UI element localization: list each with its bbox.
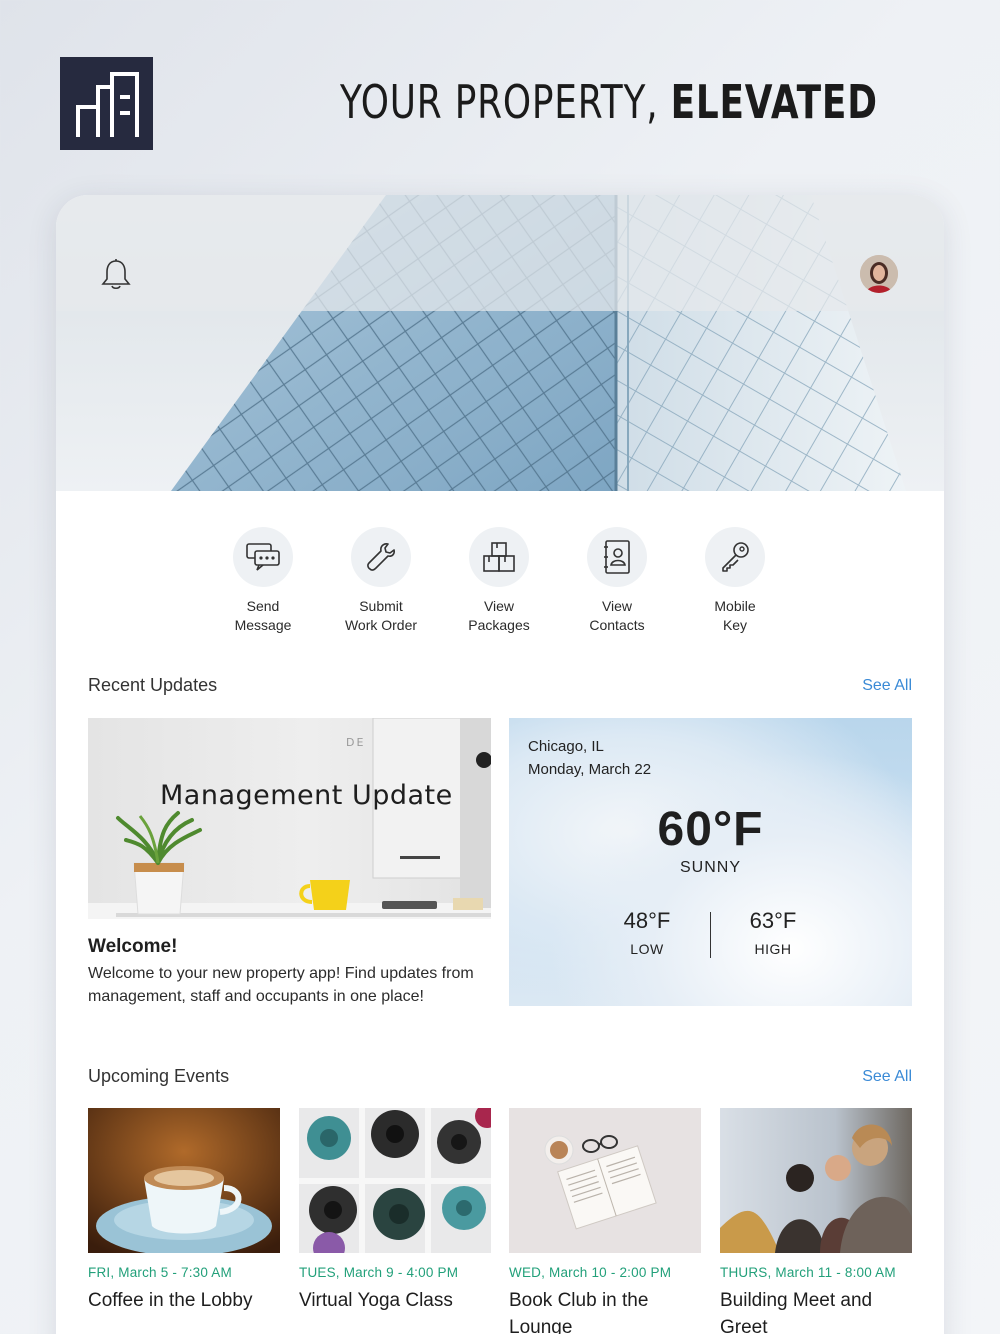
app-card: Send Message Submit Work Order View Pack… xyxy=(56,195,944,1334)
top-bar xyxy=(56,195,944,311)
upcoming-events-see-all-link[interactable]: See All xyxy=(862,1068,912,1086)
submit-work-order-action[interactable]: Submit Work Order xyxy=(326,527,436,635)
hero-banner xyxy=(56,195,944,491)
action-label: Submit Work Order xyxy=(344,598,418,633)
event-name: Book Club in the Lounge xyxy=(509,1290,649,1334)
event-name: Building Meet and Greet xyxy=(720,1290,873,1334)
weather-condition: SUNNY xyxy=(679,859,741,876)
action-label: View Contacts xyxy=(589,598,645,633)
mobile-key-action[interactable]: Mobile Key xyxy=(680,527,790,635)
event-card[interactable]: THURS, March 11 - 8:00 AM Building Meet … xyxy=(720,1108,912,1334)
yoga-mats-photo xyxy=(299,1108,491,1253)
view-packages-action[interactable]: View Packages xyxy=(444,527,554,635)
update-heading[interactable]: Welcome! xyxy=(88,936,177,958)
coffee-photo xyxy=(88,1108,280,1253)
weather-temperature: 60°F xyxy=(657,803,764,856)
upcoming-events-title: Upcoming Events xyxy=(88,1066,230,1086)
recent-updates-title: Recent Updates xyxy=(88,675,218,695)
event-date: THURS, March 11 - 8:00 AM xyxy=(720,1265,896,1280)
quick-actions: Send Message Submit Work Order View Pack… xyxy=(56,527,944,647)
send-message-action[interactable]: Send Message xyxy=(208,527,318,635)
weather-city: Chicago, IL xyxy=(528,738,604,755)
action-label: Send Message xyxy=(234,598,292,633)
event-name: Virtual Yoga Class xyxy=(299,1290,453,1311)
event-card[interactable]: WED, March 10 - 2:00 PM Book Club in the… xyxy=(509,1108,701,1334)
wrench-icon xyxy=(351,527,411,587)
weather-card[interactable]: Chicago, IL Monday, March 22 60°F SUNNY … xyxy=(509,718,912,1006)
action-label: View Packages xyxy=(468,598,530,633)
weather-divider xyxy=(710,912,711,958)
weather-low-label: LOW xyxy=(630,941,664,957)
book-photo xyxy=(509,1108,701,1253)
event-name: Coffee in the Lobby xyxy=(88,1290,253,1311)
weather-date: Monday, March 22 xyxy=(528,761,652,778)
message-icon xyxy=(233,527,293,587)
tagline: YOUR PROPERTY, ELEVATED xyxy=(340,75,878,129)
management-update-image[interactable]: DE Management Update xyxy=(88,718,491,919)
people-photo xyxy=(720,1108,912,1253)
action-label: Mobile Key xyxy=(714,598,756,633)
contacts-icon xyxy=(587,527,647,587)
update-image-title: Management Update xyxy=(160,780,453,811)
event-date: WED, March 10 - 2:00 PM xyxy=(509,1265,672,1280)
avatar[interactable] xyxy=(860,255,898,293)
svg-text:DE: DE xyxy=(346,736,365,749)
weather-low-value: 48°F xyxy=(623,908,671,933)
view-contacts-action[interactable]: View Contacts xyxy=(562,527,672,635)
event-date: FRI, March 5 - 7:30 AM xyxy=(88,1265,232,1280)
weather-high-value: 63°F xyxy=(749,908,797,933)
update-body: Welcome to your new property app! Find u… xyxy=(88,965,474,1005)
packages-icon xyxy=(469,527,529,587)
key-icon xyxy=(705,527,765,587)
weather-high-label: HIGH xyxy=(754,941,792,957)
building-logo xyxy=(60,57,153,150)
recent-updates-see-all-link[interactable]: See All xyxy=(862,677,912,695)
event-card[interactable]: FRI, March 5 - 7:30 AM Coffee in the Lob… xyxy=(88,1108,280,1314)
bell-icon[interactable] xyxy=(100,257,132,291)
event-card[interactable]: TUES, March 9 - 4:00 PM Virtual Yoga Cla… xyxy=(299,1108,491,1314)
event-date: TUES, March 9 - 4:00 PM xyxy=(299,1265,459,1280)
